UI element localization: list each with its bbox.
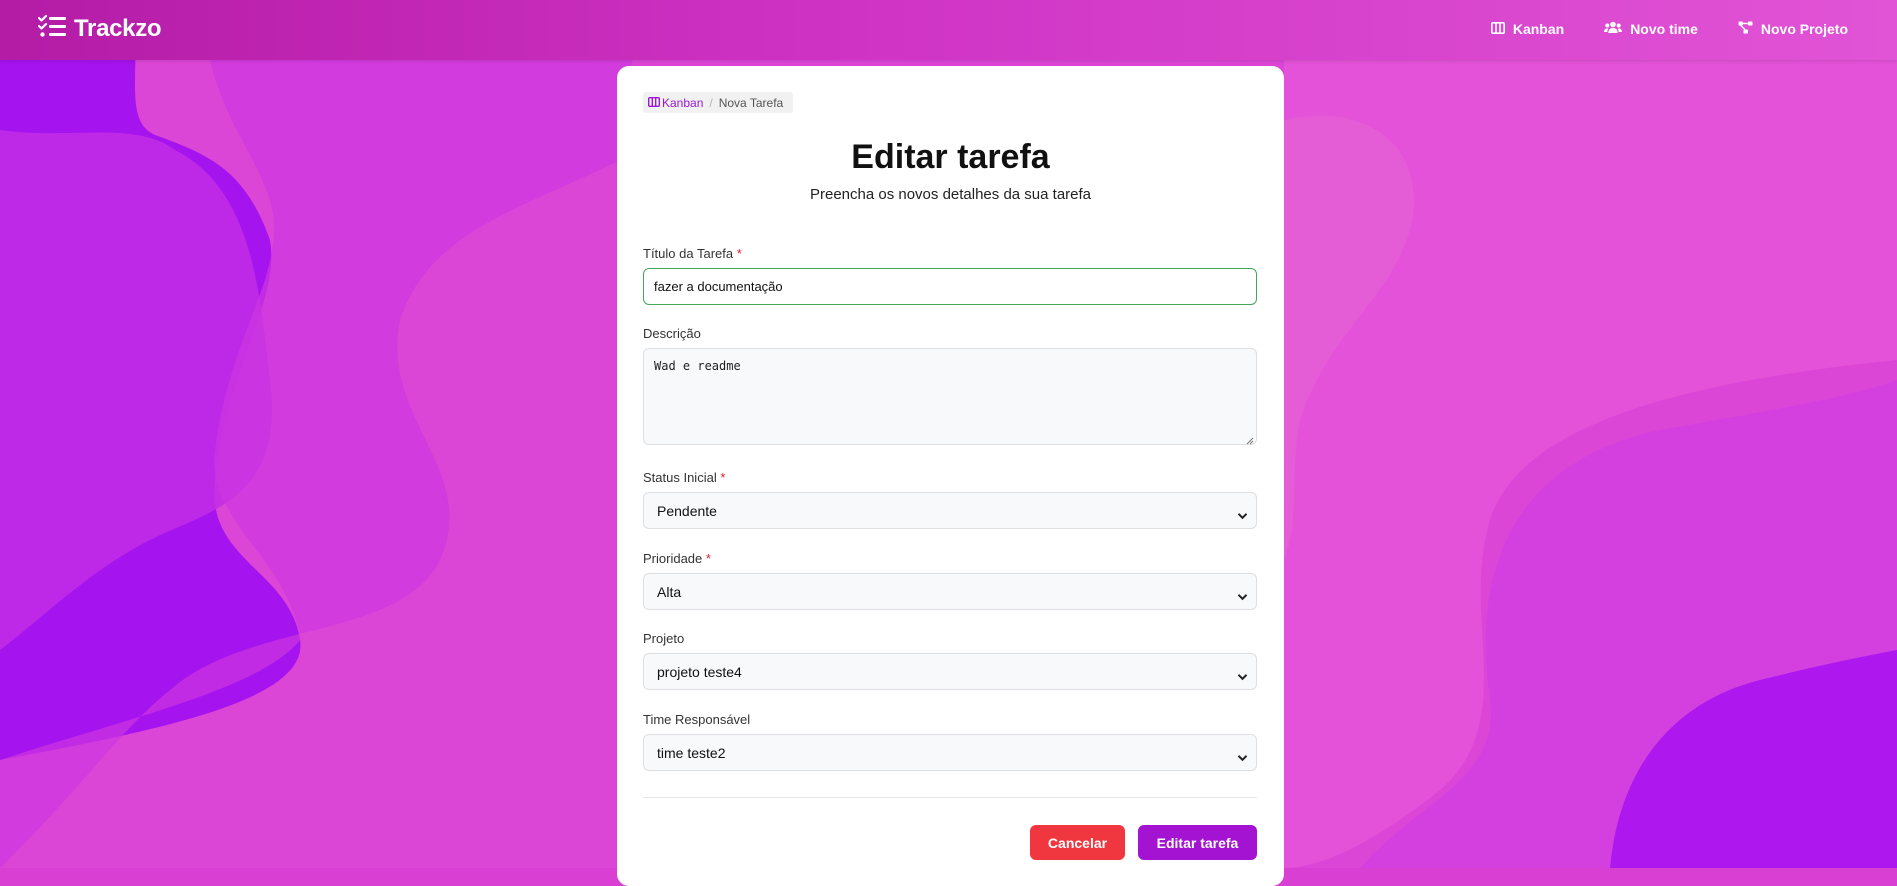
chevron-down-icon — [1237, 749, 1248, 765]
descricao-text: Wad e readme — [654, 359, 741, 373]
required-mark: * — [720, 470, 726, 485]
breadcrumb-separator: / — [709, 95, 713, 110]
nav-link-novo-time[interactable]: Novo time — [1604, 21, 1698, 37]
status-label: Status Inicial * — [643, 470, 725, 485]
projeto-value: projeto teste4 — [657, 663, 742, 680]
prioridade-value: Alta — [657, 583, 682, 600]
descricao-label: Descrição — [643, 326, 701, 341]
form-divider — [643, 797, 1257, 798]
prioridade-label-text: Prioridade — [643, 551, 703, 566]
nav-link-kanban[interactable]: Kanban — [1490, 21, 1565, 37]
breadcrumb-link-label: Kanban — [662, 95, 704, 110]
required-mark: * — [705, 551, 711, 566]
resize-handle-icon[interactable] — [1246, 434, 1254, 445]
edit-task-card: Kanban / Nova Tarefa Editar tarefa Preen… — [617, 66, 1284, 886]
cancel-button[interactable]: Cancelar — [1030, 825, 1125, 860]
nav-link-label: Novo time — [1630, 21, 1698, 37]
chevron-down-icon — [1237, 507, 1248, 523]
status-value: Pendente — [657, 502, 717, 519]
titulo-label-text: Título da Tarefa — [643, 246, 734, 261]
titulo-label: Título da Tarefa * — [643, 246, 742, 261]
brand-logo[interactable]: Trackzo — [37, 14, 162, 43]
nav-links: Kanban Novo time Novo Projeto — [1490, 21, 1848, 37]
page-title: Editar tarefa — [851, 138, 1050, 176]
descricao-textarea[interactable]: Wad e readme — [643, 348, 1257, 445]
status-label-text: Status Inicial — [643, 470, 717, 485]
nav-link-label: Novo Projeto — [1760, 21, 1848, 37]
nav-link-label: Kanban — [1512, 21, 1565, 37]
breadcrumb: Kanban / Nova Tarefa — [643, 92, 793, 113]
task-list-icon — [37, 14, 68, 43]
required-mark: * — [736, 246, 742, 261]
kanban-icon — [1490, 21, 1505, 37]
titulo-input[interactable]: fazer a documentação — [643, 268, 1257, 305]
projeto-select[interactable]: projeto teste4 — [643, 653, 1257, 690]
prioridade-select[interactable]: Alta — [643, 573, 1257, 610]
users-icon — [1604, 21, 1623, 37]
breadcrumb-kanban-link[interactable]: Kanban — [647, 95, 704, 110]
projeto-label: Projeto — [643, 631, 685, 646]
top-navbar: Trackzo Kanban Novo time Novo Projeto — [0, 0, 1897, 60]
time-label: Time Responsável — [643, 712, 751, 727]
status-select[interactable]: Pendente — [643, 492, 1257, 529]
prioridade-label: Prioridade * — [643, 551, 711, 566]
project-icon — [1738, 21, 1753, 37]
time-select[interactable]: time teste2 — [643, 734, 1257, 771]
chevron-down-icon — [1237, 668, 1248, 684]
breadcrumb-current: Nova Tarefa — [718, 95, 784, 110]
chevron-down-icon — [1237, 588, 1248, 604]
nav-link-novo-projeto[interactable]: Novo Projeto — [1738, 21, 1848, 37]
page-subtitle: Preencha os novos detalhes da sua tarefa — [809, 186, 1092, 203]
kanban-icon — [647, 96, 661, 110]
time-value: time teste2 — [657, 744, 726, 761]
edit-task-button[interactable]: Editar tarefa — [1138, 825, 1257, 860]
brand-name: Trackzo — [74, 14, 162, 42]
